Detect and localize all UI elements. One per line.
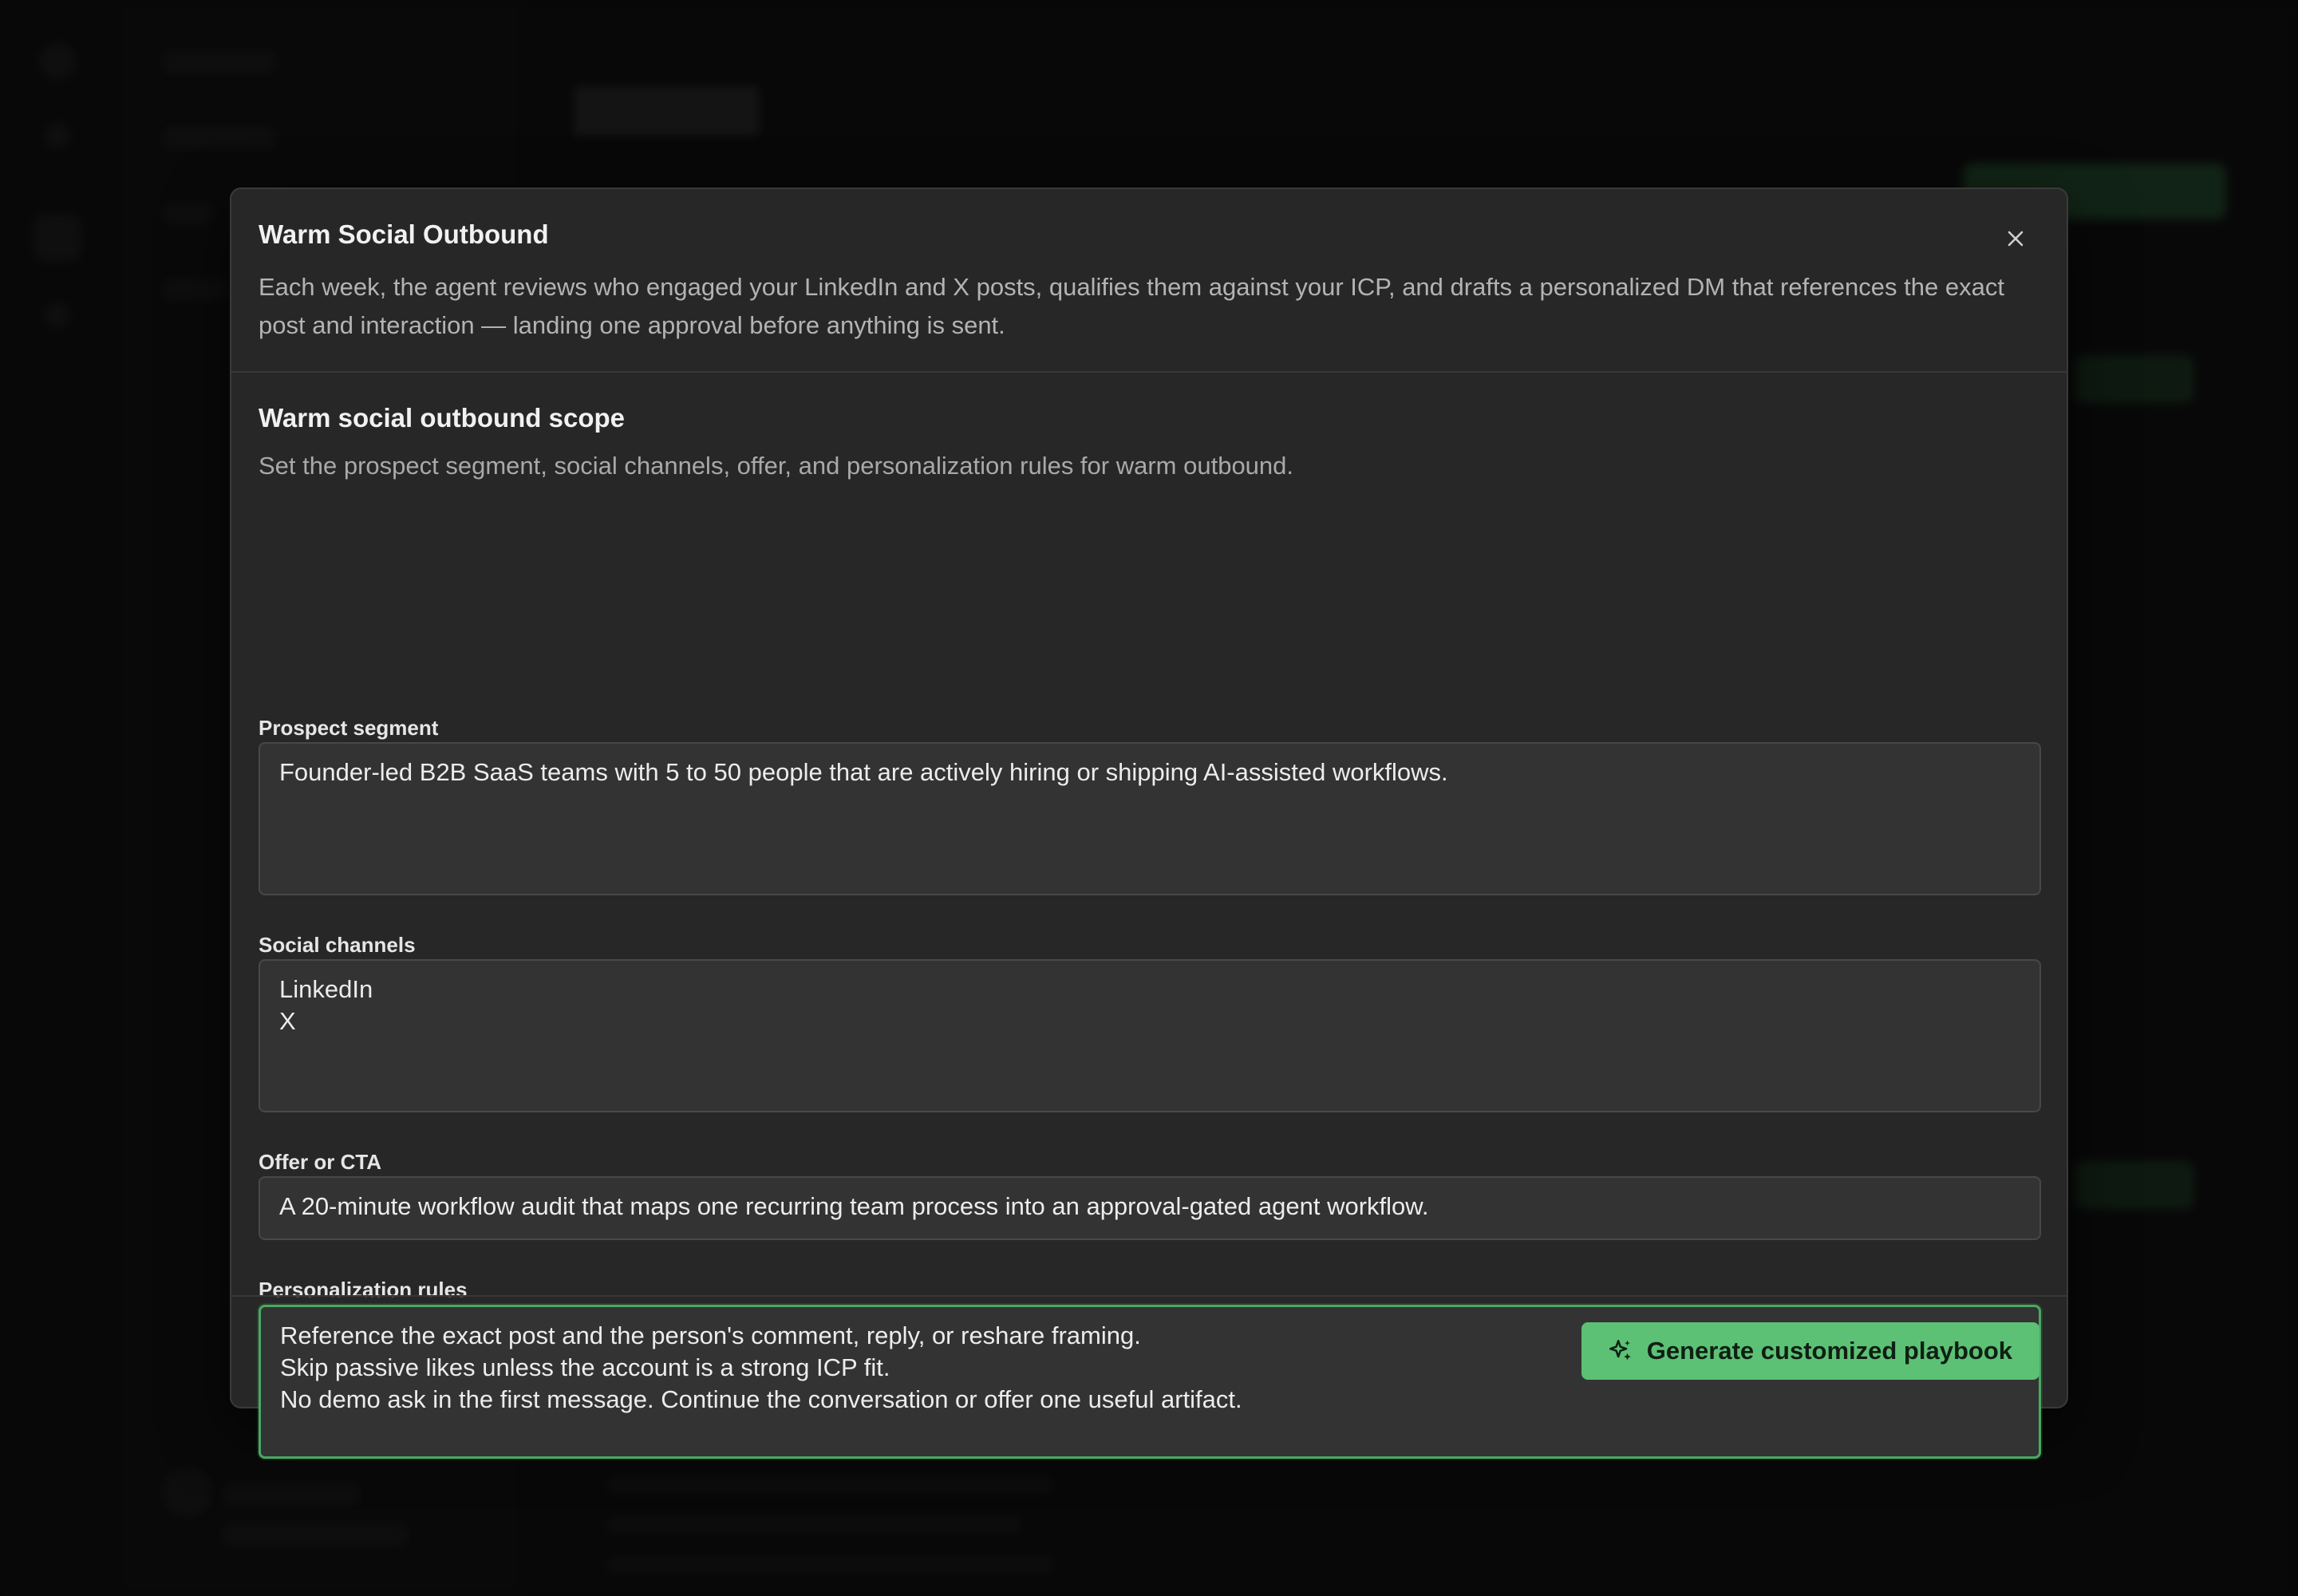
close-icon [2008,231,2024,247]
generate-playbook-label: Generate customized playbook [1646,1337,2012,1365]
offer-cta-label: Offer or CTA [259,1150,382,1174]
prospect-segment-textarea[interactable]: Founder-led B2B SaaS teams with 5 to 50 … [259,742,2041,895]
generate-playbook-button[interactable]: Generate customized playbook [1581,1322,2039,1380]
modal-header: Warm Social Outbound Each week, the agen… [231,189,2067,373]
modal-description: Each week, the agent reviews who engaged… [259,273,2004,339]
section-subtitle: Set the prospect segment, social channel… [259,452,1294,480]
offer-cta-input[interactable]: A 20-minute workflow audit that maps one… [259,1176,2041,1240]
social-channels-label: Social channels [259,933,416,957]
modal-footer: Generate customized playbook [231,1295,2067,1407]
sparkles-icon [1609,1339,1631,1361]
section-title: Warm social outbound scope [259,403,625,433]
modal-body: Warm social outbound scope Set the prosp… [259,373,2041,1459]
modal-title: Warm Social Outbound [259,219,549,249]
warm-social-outbound-modal: Warm Social Outbound Each week, the agen… [230,188,2068,1459]
social-channels-textarea[interactable]: LinkedIn X [259,959,2041,1112]
close-button[interactable] [1998,221,2033,256]
prospect-segment-label: Prospect segment [259,716,439,740]
